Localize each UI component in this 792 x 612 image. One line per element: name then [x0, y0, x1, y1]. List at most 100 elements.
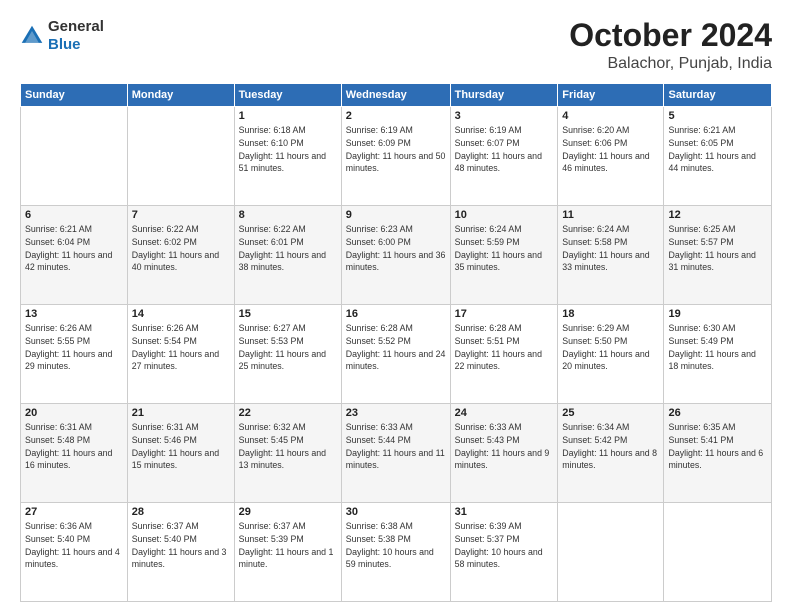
- day-number: 25: [562, 407, 659, 419]
- day-info: Sunrise: 6:22 AMSunset: 6:01 PMDaylight:…: [239, 223, 337, 274]
- day-number: 22: [239, 407, 337, 419]
- day-number: 21: [132, 407, 230, 419]
- calendar-cell: 28 Sunrise: 6:37 AMSunset: 5:40 PMDayligh…: [127, 503, 234, 602]
- calendar-cell: 14 Sunrise: 6:26 AMSunset: 5:54 PMDayligh…: [127, 305, 234, 404]
- calendar-cell: 2Sunrise: 6:19 AMSunset: 6:09 PMDaylight…: [341, 107, 450, 206]
- calendar-cell: 20 Sunrise: 6:31 AMSunset: 5:48 PMDayligh…: [21, 404, 128, 503]
- day-info: Sunrise: 6:34 AMSunset: 5:42 PMDaylight:…: [562, 421, 659, 472]
- header: General Blue October 2024 Balachor, Punj…: [20, 18, 772, 73]
- day-info: Sunrise: 6:24 AMSunset: 5:59 PMDaylight:…: [455, 223, 554, 274]
- day-number: 7: [132, 209, 230, 221]
- calendar-cell: 3 Sunrise: 6:19 AMSunset: 6:07 PMDaylight…: [450, 107, 558, 206]
- day-info: Sunrise: 6:31 AMSunset: 5:48 PMDaylight:…: [25, 421, 123, 472]
- day-number: 29: [239, 506, 337, 518]
- calendar-cell: [558, 503, 664, 602]
- day-number: 15: [239, 308, 337, 320]
- day-number: 14: [132, 308, 230, 320]
- day-info: Sunrise: 6:26 AMSunset: 5:55 PMDaylight:…: [25, 322, 123, 373]
- calendar-cell: 5 Sunrise: 6:21 AMSunset: 6:05 PMDaylight…: [664, 107, 772, 206]
- day-number: 13: [25, 308, 123, 320]
- day-info: Sunrise: 6:19 AMSunset: 6:07 PMDaylight:…: [455, 124, 554, 175]
- calendar-cell: 19 Sunrise: 6:30 AMSunset: 5:49 PMDayligh…: [664, 305, 772, 404]
- day-number: 28: [132, 506, 230, 518]
- day-info: Sunrise: 6:25 AMSunset: 5:57 PMDaylight:…: [668, 223, 767, 274]
- calendar-cell: 30 Sunrise: 6:38 AMSunset: 5:38 PMDayligh…: [341, 503, 450, 602]
- day-info: Sunrise: 6:33 AMSunset: 5:44 PMDaylight:…: [346, 421, 446, 472]
- weekday-header: Wednesday: [341, 84, 450, 107]
- day-info: Sunrise: 6:35 AMSunset: 5:41 PMDaylight:…: [668, 421, 767, 472]
- day-info: Sunrise: 6:21 AMSunset: 6:05 PMDaylight:…: [668, 124, 767, 175]
- title-block: October 2024 Balachor, Punjab, India: [569, 18, 772, 73]
- calendar-cell: 15 Sunrise: 6:27 AMSunset: 5:53 PMDayligh…: [234, 305, 341, 404]
- calendar-cell: [664, 503, 772, 602]
- calendar-cell: [127, 107, 234, 206]
- day-info: Sunrise: 6:22 AMSunset: 6:02 PMDaylight:…: [132, 223, 230, 274]
- day-info: Sunrise: 6:26 AMSunset: 5:54 PMDaylight:…: [132, 322, 230, 373]
- day-info: Sunrise: 6:30 AMSunset: 5:49 PMDaylight:…: [668, 322, 767, 373]
- calendar-page: General Blue October 2024 Balachor, Punj…: [0, 0, 792, 612]
- logo-icon: [20, 24, 44, 48]
- day-info: Sunrise: 6:18 AMSunset: 6:10 PMDaylight:…: [239, 124, 337, 175]
- weekday-header: Thursday: [450, 84, 558, 107]
- logo-blue: Blue: [48, 36, 104, 54]
- day-info: Sunrise: 6:23 AMSunset: 6:00 PMDaylight:…: [346, 223, 446, 274]
- day-info: Sunrise: 6:31 AMSunset: 5:46 PMDaylight:…: [132, 421, 230, 472]
- calendar-cell: 1Sunrise: 6:18 AMSunset: 6:10 PMDaylight…: [234, 107, 341, 206]
- calendar-cell: 25 Sunrise: 6:34 AMSunset: 5:42 PMDayligh…: [558, 404, 664, 503]
- calendar-cell: 7 Sunrise: 6:22 AMSunset: 6:02 PMDaylight…: [127, 206, 234, 305]
- day-info: Sunrise: 6:29 AMSunset: 5:50 PMDaylight:…: [562, 322, 659, 373]
- calendar-cell: 6 Sunrise: 6:21 AMSunset: 6:04 PMDaylight…: [21, 206, 128, 305]
- day-number: 12: [668, 209, 767, 221]
- weekday-header: Monday: [127, 84, 234, 107]
- calendar-cell: 4 Sunrise: 6:20 AMSunset: 6:06 PMDaylight…: [558, 107, 664, 206]
- day-info: Sunrise: 6:21 AMSunset: 6:04 PMDaylight:…: [25, 223, 123, 274]
- day-number: 20: [25, 407, 123, 419]
- day-info: Sunrise: 6:28 AMSunset: 5:52 PMDaylight:…: [346, 322, 446, 373]
- calendar-cell: 13 Sunrise: 6:26 AMSunset: 5:55 PMDayligh…: [21, 305, 128, 404]
- weekday-header: Friday: [558, 84, 664, 107]
- day-info: Sunrise: 6:28 AMSunset: 5:51 PMDaylight:…: [455, 322, 554, 373]
- day-info: Sunrise: 6:19 AMSunset: 6:09 PMDaylight:…: [346, 124, 446, 175]
- day-number: 4: [562, 110, 659, 122]
- day-number: 16: [346, 308, 446, 320]
- day-number: 31: [455, 506, 554, 518]
- day-number: 5: [668, 110, 767, 122]
- calendar-cell: 16 Sunrise: 6:28 AMSunset: 5:52 PMDayligh…: [341, 305, 450, 404]
- day-number: 10: [455, 209, 554, 221]
- logo-general: General: [48, 18, 104, 36]
- calendar-table: SundayMondayTuesdayWednesdayThursdayFrid…: [20, 83, 772, 602]
- day-info: Sunrise: 6:37 AMSunset: 5:39 PMDaylight:…: [239, 520, 337, 571]
- day-number: 23: [346, 407, 446, 419]
- day-number: 30: [346, 506, 446, 518]
- logo: General Blue: [20, 18, 104, 54]
- day-number: 11: [562, 209, 659, 221]
- day-info: Sunrise: 6:27 AMSunset: 5:53 PMDaylight:…: [239, 322, 337, 373]
- weekday-header: Sunday: [21, 84, 128, 107]
- day-number: 17: [455, 308, 554, 320]
- calendar-cell: 17 Sunrise: 6:28 AMSunset: 5:51 PMDayligh…: [450, 305, 558, 404]
- day-info: Sunrise: 6:20 AMSunset: 6:06 PMDaylight:…: [562, 124, 659, 175]
- calendar-cell: 9Sunrise: 6:23 AMSunset: 6:00 PMDaylight…: [341, 206, 450, 305]
- calendar-cell: 24 Sunrise: 6:33 AMSunset: 5:43 PMDayligh…: [450, 404, 558, 503]
- calendar-cell: 22Sunrise: 6:32 AMSunset: 5:45 PMDayligh…: [234, 404, 341, 503]
- day-info: Sunrise: 6:38 AMSunset: 5:38 PMDaylight:…: [346, 520, 446, 571]
- weekday-header: Tuesday: [234, 84, 341, 107]
- calendar-cell: 11Sunrise: 6:24 AMSunset: 5:58 PMDayligh…: [558, 206, 664, 305]
- day-number: 3: [455, 110, 554, 122]
- day-number: 24: [455, 407, 554, 419]
- day-number: 27: [25, 506, 123, 518]
- day-info: Sunrise: 6:33 AMSunset: 5:43 PMDaylight:…: [455, 421, 554, 472]
- calendar-cell: 8Sunrise: 6:22 AMSunset: 6:01 PMDaylight…: [234, 206, 341, 305]
- calendar-cell: 29 Sunrise: 6:37 AMSunset: 5:39 PMDayligh…: [234, 503, 341, 602]
- calendar-cell: 23 Sunrise: 6:33 AMSunset: 5:44 PMDayligh…: [341, 404, 450, 503]
- day-info: Sunrise: 6:37 AMSunset: 5:40 PMDaylight:…: [132, 520, 230, 571]
- calendar-cell: 31 Sunrise: 6:39 AMSunset: 5:37 PMDayligh…: [450, 503, 558, 602]
- calendar-cell: 21 Sunrise: 6:31 AMSunset: 5:46 PMDayligh…: [127, 404, 234, 503]
- day-number: 19: [668, 308, 767, 320]
- calendar-cell: 10 Sunrise: 6:24 AMSunset: 5:59 PMDayligh…: [450, 206, 558, 305]
- day-number: 18: [562, 308, 659, 320]
- day-info: Sunrise: 6:39 AMSunset: 5:37 PMDaylight:…: [455, 520, 554, 571]
- day-number: 6: [25, 209, 123, 221]
- day-info: Sunrise: 6:36 AMSunset: 5:40 PMDaylight:…: [25, 520, 123, 571]
- calendar-cell: 18 Sunrise: 6:29 AMSunset: 5:50 PMDayligh…: [558, 305, 664, 404]
